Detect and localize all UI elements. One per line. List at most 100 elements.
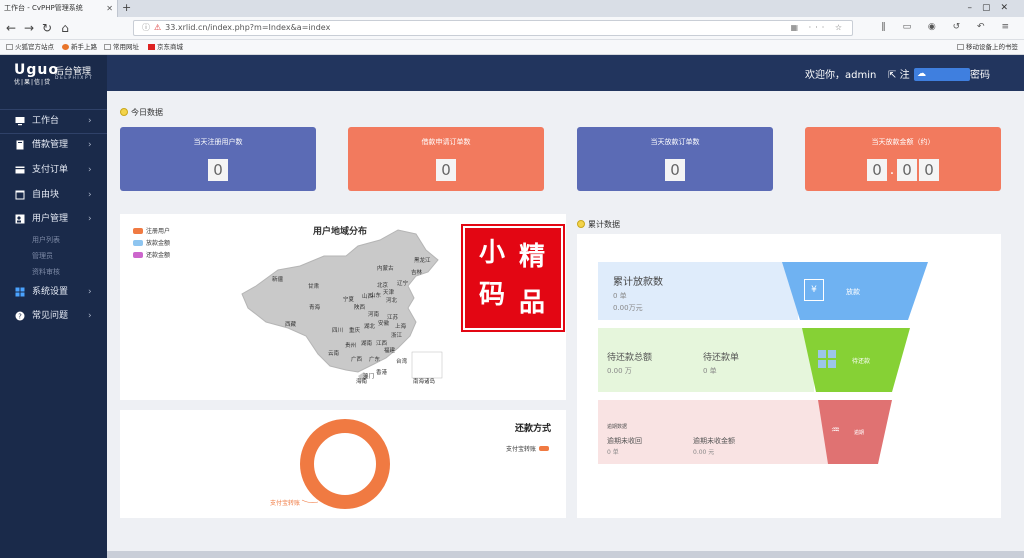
chevron-down-icon: › [88, 214, 92, 224]
page-actions-icon[interactable]: ▦ ··· ☆ [791, 21, 846, 35]
monitor-icon [15, 116, 25, 126]
submenu-item-user-list[interactable]: 用户列表 [32, 235, 60, 245]
sidebar-item-label: 自由块 [32, 190, 60, 200]
bookmark-item[interactable]: 新手上路 [62, 40, 97, 54]
province-label: 吉林 [411, 270, 423, 276]
reload-icon[interactable]: ↻ [40, 20, 54, 36]
bookmark-item[interactable]: 火狐官方站点 [6, 40, 54, 54]
change-password-link[interactable]: 密码 [970, 66, 990, 81]
browser-tab[interactable]: 工作台 - CvPHP管理系统 ✕ [0, 0, 118, 17]
cloud-overlay[interactable]: ☁ [914, 68, 970, 81]
digit-box: 0 [665, 159, 685, 181]
forward-icon[interactable]: → [22, 20, 36, 36]
province-label: 香港 [376, 370, 388, 376]
yen-icon: ¥ [804, 279, 824, 301]
submenu-item-admins[interactable]: 管理员 [32, 251, 53, 261]
horizontal-scrollbar[interactable] [107, 551, 1024, 558]
stamp-char: 码 [479, 280, 506, 310]
address-bar[interactable]: ⓘ ⚠ 33.xrlid.cn/index.php?m=Index&a=index … [133, 20, 853, 36]
map-legend-item[interactable]: 还款金额 [133, 250, 170, 259]
funnel-metric-name: 逾期数据 [607, 424, 628, 430]
welcome-text: 欢迎你，admin [805, 70, 877, 81]
mobile-bookmarks[interactable]: 移动设备上的书签 [957, 40, 1018, 54]
funnel-tag: 放款 [846, 288, 860, 296]
stat-card-label: 当天放款订单数 [650, 138, 700, 146]
browser-navbar: ← → ↻ ⌂ ⓘ ⚠ 33.xrlid.cn/index.php?m=Index&… [0, 17, 1024, 40]
bullet-icon [577, 220, 585, 228]
funnel-metric-name: 待还款单 [703, 353, 740, 363]
sidebar-item-faq[interactable]: ? 常见问题 › [0, 304, 107, 328]
funnel-row-bg [598, 400, 838, 464]
stat-card-label: 借款申请订单数 [421, 138, 471, 146]
stat-card-digits: 0 [120, 159, 316, 181]
province-label: 宁夏 [343, 297, 355, 303]
sidebar-item-settings[interactable]: 系统设置 › [0, 280, 107, 304]
province-label: 新疆 [272, 277, 284, 283]
repay-donut-chart[interactable] [290, 412, 400, 516]
map-legend-item[interactable]: 放款金额 [133, 238, 170, 247]
china-map[interactable] [238, 226, 448, 386]
submenu-item-review[interactable]: 资料审核 [32, 267, 60, 277]
question-icon: ? [15, 311, 25, 321]
info-icon[interactable]: ⓘ [142, 23, 150, 32]
stat-card-disbursed-amount: 当天放款金额（约） 0.00 [805, 127, 1001, 191]
top-bar [107, 55, 1024, 91]
province-label: 河南 [368, 312, 380, 318]
chevron-right-icon: › [88, 190, 92, 200]
sidebar-item-orders[interactable]: 支付订单 › [0, 158, 107, 182]
stat-card-label: 当天放款金额（约） [871, 138, 935, 146]
map-legend-item[interactable]: 注册用户 [133, 226, 170, 235]
china-map-shape [241, 229, 439, 373]
stat-card-digits: 0.00 [805, 159, 1001, 181]
window-controls[interactable]: –▢✕ [967, 0, 1018, 16]
stamp-char: 精 [519, 242, 546, 272]
repay-legend[interactable]: 支付宝转账 [506, 444, 550, 453]
toolbar-icons[interactable]: ‖ ▭ ◉ ↺ ↶ ≡ [881, 22, 1016, 32]
province-label: 台湾 [396, 359, 408, 365]
province-label: 西藏 [285, 322, 297, 328]
stamp-char: 小 [479, 238, 506, 268]
donut-slice[interactable] [300, 419, 390, 509]
bookmark-item[interactable]: 京东商城 [148, 40, 183, 54]
digit-box: 0 [897, 159, 917, 181]
chevron-right-icon: › [88, 311, 92, 321]
jd-icon [148, 44, 155, 50]
close-tab-icon[interactable]: ✕ [106, 0, 113, 17]
funnel-metric-value: 0 单 [613, 292, 627, 300]
card-icon [15, 165, 25, 175]
sidebar-item-loans[interactable]: 借款管理 › [0, 133, 107, 157]
sidebar-item-users[interactable]: 用户管理 › [0, 207, 107, 231]
stat-card-digits: 0 [348, 159, 544, 181]
province-label: 南海诸岛 [413, 379, 436, 385]
funnel-metric-value: 0.00 万 [607, 367, 632, 375]
new-tab-icon[interactable]: + [122, 0, 131, 16]
sidebar-item-blocks[interactable]: 自由块 › [0, 183, 107, 207]
sidebar-item-label: 支付订单 [32, 165, 69, 175]
province-label: 福建 [384, 348, 396, 354]
province-label: 贵州 [345, 343, 357, 349]
stat-card-disbursed-orders: 当天放款订单数 0 [577, 127, 773, 191]
home-icon[interactable]: ⌂ [58, 20, 72, 36]
brand-sub-cn: 优|果|信|贷 [14, 79, 52, 86]
province-label: 甘肃 [308, 284, 320, 290]
funnel-metric-value: 0 单 [703, 367, 717, 375]
user-icon [15, 214, 25, 224]
south-sea-inset [411, 351, 443, 379]
back-icon[interactable]: ← [4, 20, 18, 36]
bookmark-item[interactable]: 常用网址 [104, 40, 139, 54]
url-text: 33.xrlid.cn/index.php?m=Index&a=index [165, 23, 331, 32]
chevron-right-icon: › [88, 116, 92, 126]
logout-link[interactable]: ⇱ 注 [888, 66, 910, 81]
province-label: 广东 [369, 357, 381, 363]
sidebar-item-workbench[interactable]: 工作台 › [0, 109, 107, 133]
sidebar-item-label: 常见问题 [32, 311, 69, 321]
province-label: 广西 [351, 357, 363, 363]
grid-icon [818, 350, 836, 368]
legend-swatch [133, 240, 143, 246]
funnel-metric-value: 0.00万元 [613, 304, 643, 312]
province-label: 陕西 [354, 305, 366, 311]
province-label: 河北 [386, 298, 398, 304]
province-label: 黑龙江 [414, 258, 431, 264]
brand-logo[interactable]: Uguo 后台管理 优|果|信|贷 DELPHIXPT [14, 62, 92, 86]
browser-tabbar: 工作台 - CvPHP管理系统 ✕ + –▢✕ [0, 0, 1024, 17]
